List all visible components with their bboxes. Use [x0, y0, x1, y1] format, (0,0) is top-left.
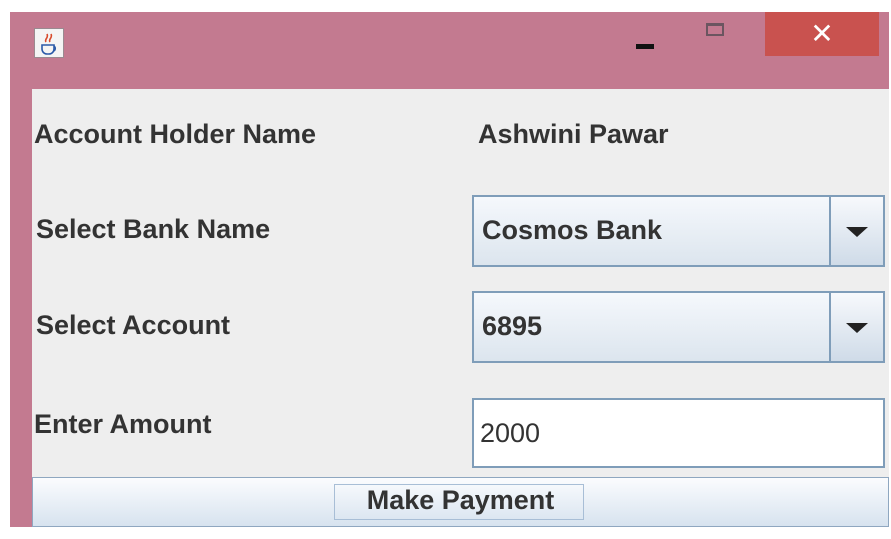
chevron-down-icon [846, 323, 868, 333]
account-selected: 6895 [482, 311, 543, 341]
amount-field[interactable] [472, 398, 885, 468]
chevron-down-icon [846, 227, 868, 237]
maximize-button[interactable] [690, 12, 740, 56]
app-window: ✕ Account Holder Name Ashwini Pawar Sele… [10, 12, 889, 527]
minimize-icon [636, 44, 654, 49]
bank-dropdown-button[interactable] [829, 197, 883, 265]
make-payment-label: Make Payment [366, 485, 555, 515]
bank-name-selected: Cosmos Bank [482, 215, 663, 245]
account-holder-label: Account Holder Name [34, 119, 317, 149]
bank-name-select[interactable]: Cosmos Bank [472, 195, 885, 267]
close-icon: ✕ [810, 18, 834, 49]
close-button[interactable]: ✕ [765, 12, 879, 56]
account-dropdown-button[interactable] [829, 293, 883, 361]
bank-name-label: Select Bank Name [36, 214, 271, 244]
minimize-button[interactable] [620, 12, 670, 56]
payment-form: Account Holder Name Ashwini Pawar Select… [32, 89, 889, 527]
maximize-icon [706, 23, 724, 36]
amount-label: Enter Amount [34, 409, 212, 439]
make-payment-button[interactable]: Make Payment [32, 477, 889, 527]
account-label: Select Account [36, 310, 231, 340]
title-bar[interactable]: ✕ [10, 12, 889, 87]
java-cup-icon [34, 28, 64, 58]
account-holder-value: Ashwini Pawar [478, 119, 669, 149]
account-select[interactable]: 6895 [472, 291, 885, 363]
